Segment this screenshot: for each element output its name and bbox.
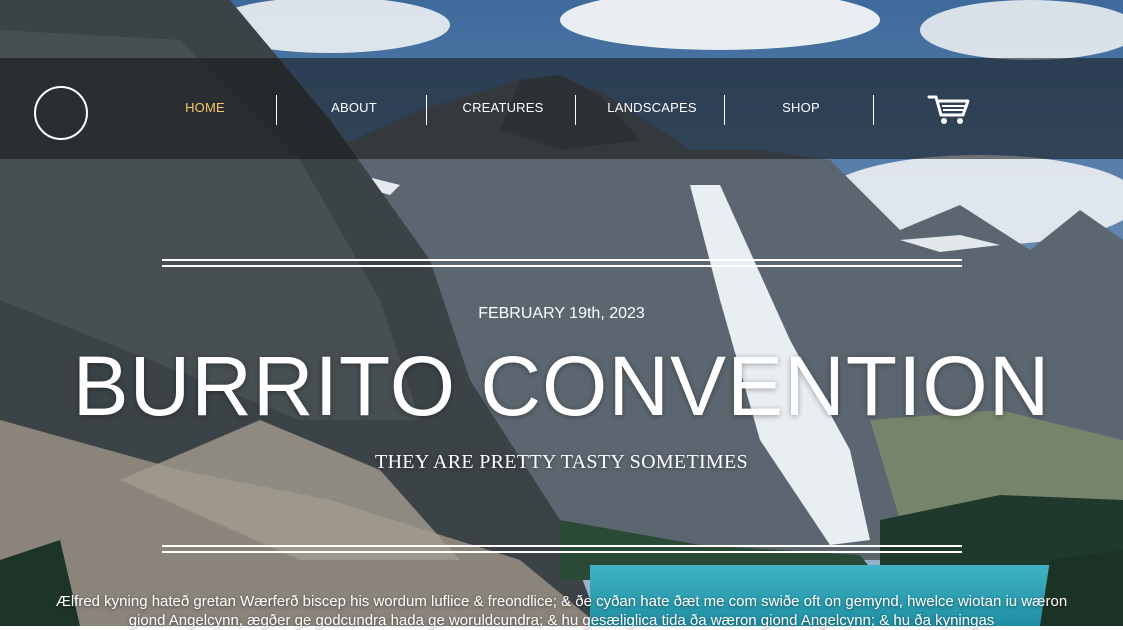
nav-divider (276, 95, 277, 125)
bottom-rule-upper (162, 545, 962, 547)
page-subtitle: THEY ARE PRETTY TASTY SOMETIMES (375, 451, 748, 473)
nav-item-home[interactable]: HOME (130, 96, 280, 124)
nav-item-creatures[interactable]: CREATURES (428, 96, 578, 124)
nav-divider (873, 95, 874, 125)
nav-item-shop[interactable]: SHOP (726, 96, 876, 124)
nav-divider (575, 95, 576, 125)
bottom-rule-lower (162, 551, 962, 553)
shopping-cart-icon[interactable] (927, 93, 971, 127)
nav-divider (426, 95, 427, 125)
top-rule-lower (162, 265, 962, 267)
nav-item-about[interactable]: ABOUT (279, 96, 429, 124)
article-body-text: Ælfred kyning hateð gretan Wærferð bisce… (55, 593, 1068, 629)
logo-circle[interactable] (34, 86, 88, 140)
nav-divider (724, 95, 725, 125)
post-date: FEBRUARY 19th, 2023 (478, 305, 645, 322)
top-rule-upper (162, 259, 962, 261)
nav-item-landscapes[interactable]: LANDSCAPES (577, 96, 727, 124)
page-title: BURRITO CONVENTION (72, 339, 1051, 433)
